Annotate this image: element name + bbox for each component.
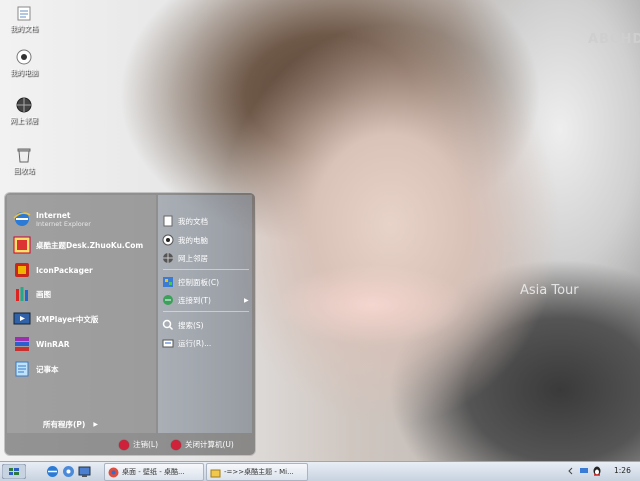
start-item-iconpackager[interactable]: IconPackager bbox=[13, 260, 93, 280]
documents-icon bbox=[163, 215, 173, 227]
desktop-icon-label: 我的电脑 bbox=[10, 69, 38, 77]
computer-icon bbox=[162, 234, 174, 246]
start-item-label: WinRAR bbox=[36, 339, 70, 349]
start-item-my-computer[interactable]: 我的电脑 bbox=[162, 233, 208, 247]
folder-icon bbox=[210, 469, 221, 477]
logoff-label: 注销(L) bbox=[133, 440, 159, 449]
zhuoku-theme-icon bbox=[13, 236, 31, 254]
start-item-label: 桌酷主题Desk.ZhuoKu.Com bbox=[36, 240, 144, 250]
desktop-icon-label: 我的文档 bbox=[10, 25, 38, 33]
chevron-left-icon[interactable] bbox=[566, 466, 576, 476]
logoff-icon bbox=[119, 439, 129, 450]
start-menu-footer: 注销(L) 关闭计算机(U) bbox=[5, 435, 255, 455]
paint-icon bbox=[16, 287, 28, 301]
taskbar-button-label: -=>>桌酷主题 - Mi... bbox=[224, 468, 294, 476]
start-item-control-panel[interactable]: 控制面板(C) bbox=[162, 275, 219, 289]
menu-separator bbox=[163, 269, 249, 270]
start-item-label: 画图 bbox=[36, 289, 51, 299]
start-item-label: 记事本 bbox=[36, 364, 59, 374]
logoff-button[interactable]: 注销(L) bbox=[119, 439, 158, 450]
taskbar: 桌面 - 壁纸 - 桌酷... -=>>桌酷主题 - Mi... 1:26 bbox=[0, 461, 640, 481]
kmplayer-icon bbox=[13, 312, 31, 325]
start-menu: Internet Internet Explorer 桌酷主题Desk.Zhuo… bbox=[4, 192, 256, 456]
start-button[interactable] bbox=[2, 464, 26, 479]
control-panel-icon bbox=[163, 277, 173, 287]
start-item-network[interactable]: 网上邻居 bbox=[162, 251, 208, 265]
globe-icon bbox=[16, 97, 32, 113]
desktop-icon-recycle-bin[interactable]: 回收站 bbox=[0, 146, 48, 176]
start-menu-places-pane bbox=[158, 195, 252, 433]
start-item-label: IconPackager bbox=[36, 265, 93, 275]
chrome-browser-icon bbox=[108, 467, 119, 477]
taskbar-button-browser[interactable]: 桌面 - 壁纸 - 桌酷... bbox=[104, 463, 204, 481]
quicklaunch-desktop-icon[interactable] bbox=[78, 465, 91, 478]
quicklaunch-browser-icon[interactable] bbox=[62, 465, 75, 478]
globe-icon bbox=[163, 253, 173, 263]
shutdown-label: 关闭计算机(U) bbox=[185, 440, 234, 449]
iconpackager-icon bbox=[15, 263, 29, 277]
start-item-label: 我的电脑 bbox=[178, 235, 208, 245]
search-icon bbox=[162, 319, 174, 331]
start-item-paint[interactable]: 画图 bbox=[13, 284, 51, 304]
desktop-icon-label: 网上邻居 bbox=[10, 117, 38, 125]
documents-folder-icon bbox=[17, 6, 31, 21]
run-icon bbox=[162, 339, 174, 348]
menu-separator bbox=[163, 311, 249, 312]
taskbar-button-label: 桌面 - 壁纸 - 桌酷... bbox=[122, 468, 185, 476]
submenu-arrow-icon: ▶ bbox=[244, 296, 249, 304]
all-programs-button[interactable]: 所有程序(P) ▶ bbox=[43, 419, 98, 430]
taskbar-clock[interactable]: 1:26 bbox=[614, 466, 631, 475]
winrar-icon bbox=[15, 337, 29, 351]
start-item-label: 连接到(T) bbox=[178, 295, 211, 305]
qq-penguin-icon[interactable] bbox=[592, 466, 602, 476]
desktop-icon-my-documents[interactable]: 我的文档 bbox=[0, 4, 48, 34]
start-item-search[interactable]: 搜索(S) bbox=[162, 318, 204, 332]
start-item-internet[interactable]: Internet Internet Explorer bbox=[13, 209, 91, 229]
start-item-kmplayer[interactable]: KMPlayer中文版 bbox=[13, 309, 98, 329]
computer-icon bbox=[16, 49, 32, 65]
start-item-label: Internet bbox=[36, 210, 71, 220]
taskbar-button-folder[interactable]: -=>>桌酷主题 - Mi... bbox=[206, 463, 308, 481]
start-item-my-documents[interactable]: 我的文档 bbox=[162, 214, 208, 228]
recycle-bin-icon bbox=[17, 148, 31, 163]
start-item-sublabel: Internet Explorer bbox=[36, 219, 91, 228]
power-icon bbox=[171, 439, 181, 450]
start-item-zhuoku[interactable]: 桌酷主题Desk.ZhuoKu.Com bbox=[13, 235, 143, 255]
desktop-icon-my-computer[interactable]: 我的电脑 bbox=[0, 48, 48, 78]
shutdown-button[interactable]: 关闭计算机(U) bbox=[171, 439, 234, 450]
all-programs-label: 所有程序(P) bbox=[43, 420, 86, 429]
arrow-right-icon: ▶ bbox=[93, 421, 98, 428]
desktop-icon-network[interactable]: 网上邻居 bbox=[0, 96, 48, 126]
start-item-connect-to[interactable]: 连接到(T) ▶ bbox=[162, 293, 249, 307]
start-item-notepad[interactable]: 记事本 bbox=[13, 359, 59, 379]
start-item-label: KMPlayer中文版 bbox=[36, 314, 99, 324]
start-item-label: 运行(R)... bbox=[178, 338, 212, 348]
wallpaper-watermark-tour: Asia Tour bbox=[520, 283, 579, 298]
desktop-wallpaper: ABCHD Asia Tour 我的文档 我的电脑 网上邻居 回收站 Inter… bbox=[0, 0, 640, 461]
network-tray-icon[interactable] bbox=[579, 466, 589, 476]
connect-icon bbox=[163, 295, 173, 305]
start-item-label: 我的文档 bbox=[178, 216, 208, 226]
wallpaper-watermark: ABCHD bbox=[588, 32, 640, 47]
start-item-label: 网上邻居 bbox=[178, 253, 208, 263]
start-item-label: 控制面板(C) bbox=[178, 277, 220, 287]
start-item-label: 搜索(S) bbox=[178, 320, 204, 330]
internet-explorer-icon bbox=[13, 212, 31, 226]
notepad-icon bbox=[15, 361, 29, 377]
desktop-icon-label: 回收站 bbox=[13, 167, 35, 175]
start-item-winrar[interactable]: WinRAR bbox=[13, 334, 70, 354]
quicklaunch-ie-icon[interactable] bbox=[46, 465, 59, 478]
start-item-run[interactable]: 运行(R)... bbox=[162, 336, 211, 350]
